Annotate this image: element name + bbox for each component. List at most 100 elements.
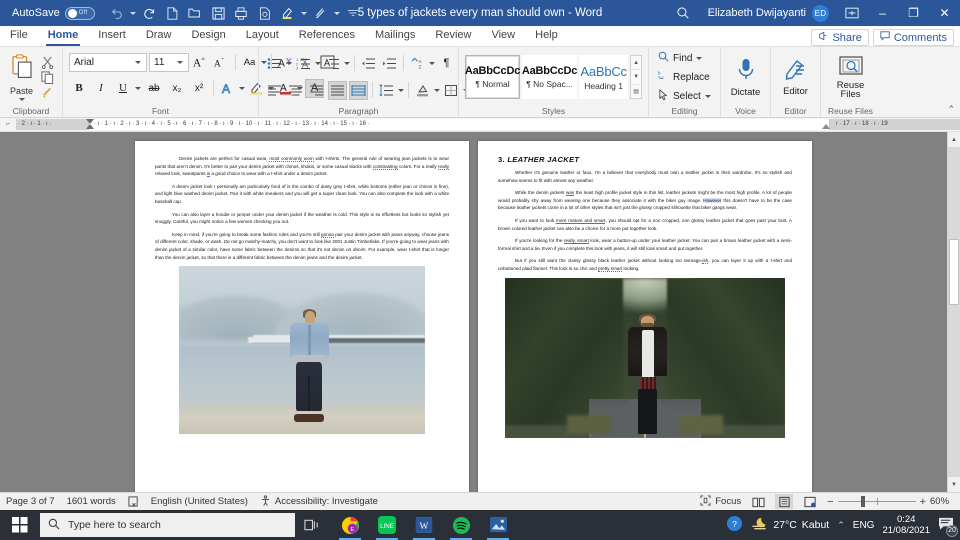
search-icon[interactable] [666,0,700,26]
replace-button[interactable]: bc Replace [655,68,713,86]
undo-icon[interactable] [105,2,128,24]
shading-icon[interactable] [413,81,432,100]
clock[interactable]: 0:24 21/08/2021 [882,514,930,536]
photos-icon[interactable] [481,510,515,540]
taskbar-search-box[interactable]: Type here to search [40,513,295,537]
comments-button[interactable]: Comments [872,29,954,46]
text-effects-icon[interactable]: A [218,79,237,98]
bullets-icon[interactable] [265,54,284,73]
print-icon[interactable] [230,2,253,24]
underline-button[interactable]: U [113,79,133,98]
ribbon-display-options-icon[interactable] [837,0,867,26]
chrome-icon[interactable]: E [333,510,367,540]
tab-insert[interactable]: Insert [88,25,136,46]
read-mode-button[interactable] [749,494,767,509]
style-no-spacing[interactable]: AaBbCcDc ¶ No Spac... [522,55,577,99]
save-icon[interactable] [207,2,230,24]
tab-home[interactable]: Home [38,25,89,46]
restore-button[interactable]: ❐ [898,0,929,26]
find-button[interactable]: Find [655,49,705,67]
shrink-font-icon[interactable]: Aˇ [212,53,231,72]
task-view-button[interactable] [295,510,329,540]
grow-font-icon[interactable]: A ^ [191,53,210,72]
superscript-button[interactable]: x² [189,79,209,98]
font-size-combo[interactable]: 11 [149,52,189,72]
highlight-dropdown-icon[interactable] [299,2,309,24]
numbering-dropdown-icon[interactable] [315,61,321,65]
ruler-track[interactable]: · 2 · ı · 1 · ı · · ı · 1 · ı · 2 · ı · … [16,119,960,130]
tab-design[interactable]: Design [181,25,235,46]
style-heading-1[interactable]: AaBbCc Heading 1 [579,55,629,99]
proofing-errors-icon[interactable] [128,496,139,507]
subscript-button[interactable]: x₂ [167,79,187,98]
paste-dropdown-icon[interactable] [18,97,25,101]
strikethrough-button[interactable]: ab [143,79,165,98]
decrease-indent-icon[interactable] [359,54,378,73]
select-button[interactable]: Select [655,87,714,105]
editor-button[interactable]: Editor [777,52,814,102]
styles-gallery-scroll[interactable]: ▲ ▼ ▤ [630,55,642,99]
copy-icon[interactable] [41,70,54,84]
line-icon[interactable]: LINE [370,510,404,540]
styles-scroll-down-icon[interactable]: ▼ [631,70,641,85]
word-count-status[interactable]: 1601 words [67,496,116,507]
vertical-scrollbar[interactable]: ▲ ▼ [947,132,960,492]
paste-button[interactable]: Paste [6,53,37,101]
page-right[interactable]: 3. LEATHER JACKET Whether it's genuine l… [478,141,812,492]
zoom-out-button[interactable]: − [827,496,833,508]
notification-center-button[interactable]: 20 [938,517,958,537]
tab-references[interactable]: References [289,25,365,46]
autosave-control[interactable]: AutoSave Off [12,6,95,20]
line-spacing-dropdown-icon[interactable] [398,88,404,92]
sort-icon[interactable]: AZ [408,54,427,73]
select-dropdown-icon[interactable] [704,94,711,98]
multilevel-dropdown-icon[interactable] [344,61,350,65]
open-folder-icon[interactable] [184,2,207,24]
tray-expand-icon[interactable]: ⌃ [837,520,845,531]
language-indicator[interactable]: ENG [853,520,875,531]
tab-help[interactable]: Help [525,25,568,46]
focus-mode-button[interactable]: Focus [700,494,741,509]
weather-widget[interactable]: 27°C Kabut [751,516,829,534]
print-preview-icon[interactable] [253,2,276,24]
bullets-dropdown-icon[interactable] [286,61,292,65]
undo-dropdown-icon[interactable] [128,2,138,24]
text-effects-dropdown-icon[interactable] [239,86,245,90]
tab-view[interactable]: View [481,25,525,46]
collapse-ribbon-icon[interactable]: ⌃ [947,104,955,115]
multilevel-list-icon[interactable]: 1 [323,54,342,73]
align-left-icon[interactable] [265,81,284,100]
page-number-status[interactable]: Page 3 of 7 [6,496,55,507]
accessibility-status[interactable]: Accessibility: Investigate [260,494,378,509]
align-center-icon[interactable] [286,81,305,100]
sort-dropdown-icon[interactable] [429,61,435,65]
word-icon[interactable]: W [407,510,441,540]
tab-file[interactable]: File [0,25,38,46]
scrollbar-track[interactable] [948,147,960,477]
find-dropdown-icon[interactable] [696,56,703,60]
bold-button[interactable]: B [69,79,89,98]
zoom-slider[interactable]: − + 60% [827,496,954,508]
denim-jacket-photo[interactable] [179,266,425,435]
help-icon[interactable]: ? [726,515,743,535]
share-button[interactable]: Share [811,29,869,46]
justify-icon[interactable] [328,80,347,100]
reuse-files-button[interactable]: Reuse Files [827,52,874,102]
tab-draw[interactable]: Draw [136,25,182,46]
start-button[interactable] [0,510,40,540]
font-family-combo[interactable]: Arial [69,52,147,72]
italic-button[interactable]: I [91,79,111,98]
redo-icon[interactable] [138,2,161,24]
print-layout-button[interactable] [775,494,794,509]
cut-icon[interactable] [41,56,54,69]
tab-review[interactable]: Review [425,25,481,46]
close-button[interactable]: ✕ [929,0,960,26]
zoom-thumb[interactable] [860,496,865,507]
shading-dropdown-icon[interactable] [434,88,440,92]
style-normal[interactable]: AaBbCcDc ¶ Normal [465,55,520,99]
horizontal-ruler[interactable]: ⌐ · 2 · ı · 1 · ı · · ı · 1 · ı · 2 · ı … [0,118,960,132]
styles-scroll-up-icon[interactable]: ▲ [631,56,641,71]
tab-stop-selector-icon[interactable]: ⌐ [0,118,16,131]
numbering-icon[interactable]: 123 [294,54,313,73]
highlight-icon[interactable] [276,2,299,24]
